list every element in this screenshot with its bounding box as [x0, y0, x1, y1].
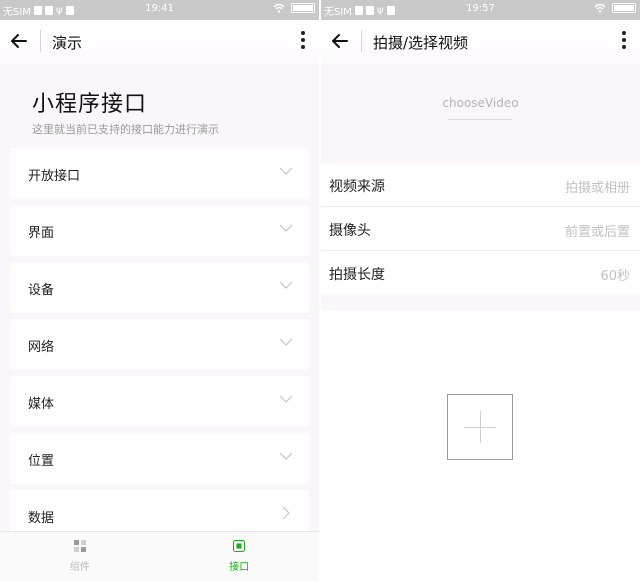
tab-components[interactable]: 组件 — [0, 532, 160, 581]
chevron-down-icon — [279, 281, 293, 289]
plus-icon — [480, 411, 481, 443]
category-label: 开放接口 — [28, 169, 81, 184]
category-item-network[interactable]: 网络 — [10, 319, 309, 370]
wifi-icon — [273, 3, 285, 13]
chevron-down-icon — [279, 452, 293, 460]
nav-divider — [40, 30, 41, 52]
left-screen: 无SIM ψ 19:41 演示 小程序接口 这里就当前已支持的接口能力进行演示 … — [0, 0, 319, 581]
status-bar: 无SIM ψ 19:41 — [0, 0, 319, 20]
back-button[interactable] — [10, 28, 32, 54]
tab-bar: 组件 接口 — [0, 531, 319, 581]
chevron-down-icon — [279, 167, 293, 175]
choose-video-button[interactable] — [447, 394, 513, 460]
status-bar: 无SIM ψ 19:57 — [321, 0, 640, 20]
form-label: 摄像头 — [329, 223, 371, 239]
category-label: 媒体 — [28, 397, 55, 412]
form-row-duration[interactable]: 拍摄长度 60秒 — [321, 251, 640, 295]
source-picker[interactable]: 拍摄或相册 — [565, 177, 630, 196]
navigation-bar: 演示 — [0, 20, 319, 64]
form-row-source[interactable]: 视频来源 拍摄或相册 — [321, 163, 640, 207]
status-time: 19:41 — [145, 3, 174, 14]
page-title: 小程序接口 — [32, 92, 148, 117]
api-header: chooseVideo — [321, 64, 640, 162]
more-button[interactable] — [622, 31, 626, 49]
battery-icon — [612, 3, 636, 13]
more-dot — [301, 31, 305, 35]
video-preview-area — [321, 310, 640, 581]
api-name-underline — [448, 119, 512, 120]
chevron-down-icon — [279, 338, 293, 346]
category-label: 网络 — [28, 340, 55, 355]
chevron-right-icon — [282, 506, 290, 520]
right-screen: 无SIM ψ 19:57 拍摄/选择视频 chooseVideo 视频来源 拍摄… — [321, 0, 640, 581]
tab-label: 组件 — [69, 562, 90, 573]
category-item-location[interactable]: 位置 — [10, 433, 309, 484]
category-label: 界面 — [28, 226, 55, 241]
video-options-form: 视频来源 拍摄或相册 摄像头 前置或后置 拍摄长度 60秒 — [321, 163, 640, 295]
status-time: 19:57 — [466, 3, 495, 14]
more-dot — [622, 38, 626, 42]
back-arrow-icon — [11, 34, 27, 48]
more-dot — [301, 38, 305, 42]
camera-picker[interactable]: 前置或后置 — [565, 221, 630, 240]
navigation-bar: 拍摄/选择视频 — [321, 20, 640, 64]
more-button[interactable] — [301, 31, 305, 49]
page-header: 小程序接口 这里就当前已支持的接口能力进行演示 — [0, 64, 319, 154]
chevron-down-icon — [279, 224, 293, 232]
nav-title: 演示 — [52, 34, 83, 52]
api-icon — [233, 540, 246, 552]
form-label: 拍摄长度 — [329, 267, 385, 283]
wifi-icon — [594, 3, 606, 13]
chevron-down-icon — [279, 395, 293, 403]
category-label: 位置 — [28, 454, 55, 469]
category-item-media[interactable]: 媒体 — [10, 376, 309, 427]
page-description: 这里就当前已支持的接口能力进行演示 — [32, 123, 219, 136]
api-name: chooseVideo — [442, 96, 519, 110]
back-button[interactable] — [331, 28, 353, 54]
nav-title: 拍摄/选择视频 — [373, 34, 469, 52]
tab-api[interactable]: 接口 — [160, 532, 320, 581]
battery-icon — [291, 3, 315, 13]
api-category-list: 开放接口 界面 设备 网络 媒体 位置 数据 — [10, 148, 309, 547]
component-icon — [73, 540, 86, 552]
more-dot — [301, 45, 305, 49]
more-dot — [622, 31, 626, 35]
category-label: 数据 — [28, 511, 55, 526]
nav-divider — [361, 30, 362, 52]
form-row-camera[interactable]: 摄像头 前置或后置 — [321, 207, 640, 251]
more-dot — [622, 45, 626, 49]
category-item-interface[interactable]: 界面 — [10, 205, 309, 256]
tab-label: 接口 — [229, 562, 250, 573]
form-label: 视频来源 — [329, 179, 385, 195]
category-item-open-api[interactable]: 开放接口 — [10, 148, 309, 199]
category-label: 设备 — [28, 283, 55, 298]
duration-picker[interactable]: 60秒 — [600, 265, 630, 284]
back-arrow-icon — [332, 34, 348, 48]
category-item-device[interactable]: 设备 — [10, 262, 309, 313]
